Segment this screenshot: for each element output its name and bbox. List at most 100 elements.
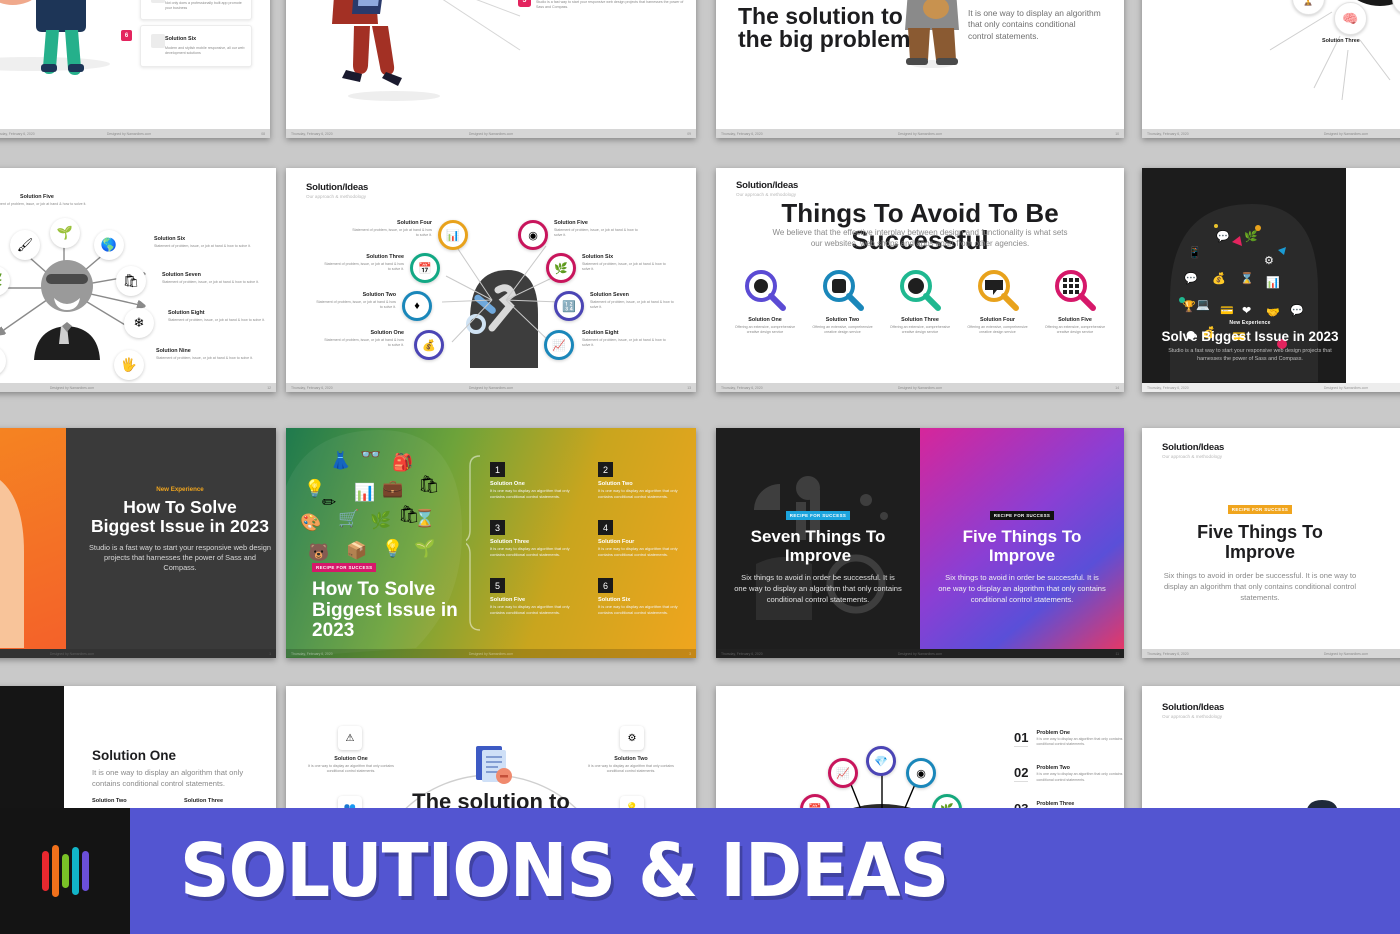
item-desc: It is one way to display an algorithm th… [598,546,678,557]
icon-bubble[interactable]: 🖐 [114,350,144,380]
footer-credit: Designed by Namanibes.com [468,385,514,390]
discount-search-icon [822,270,864,311]
item-desc: It is one way to display an algorithm th… [490,488,570,499]
footer-page: 12 [267,385,271,390]
svg-text:💳: 💳 [1220,304,1234,317]
solution-item[interactable]: 1 Solution One It is one way to display … [490,462,582,500]
footer-date: Thursday, February 6, 2020 [291,385,333,390]
svg-text:❤: ❤ [1242,304,1251,317]
slide-heading: Solution/Ideas [1162,442,1225,453]
solution-card[interactable]: Solution Four Not only does a profession… [140,0,252,20]
recipe-badge: RECIPE FOR SUCCESS [785,511,851,520]
slide-thumbnail[interactable]: 📱 💬 🌿 💬 💰 ⚙ ⌛ 📊 🏆 💻 💳 ❤ 🤝 💬 💰 💳 ● New Experience So… [1142,168,1400,392]
item-title: Solution Nine [156,348,191,354]
slide-thumbnail[interactable]: Solution/Ideas Our approach & methodolog… [1142,428,1400,658]
icon-bubble[interactable]: ❄ [124,308,154,338]
slide-heading: Solution/Ideas [736,180,799,191]
solution-item[interactable]: 5 Solution Five It is one way to display… [490,578,582,616]
node-icon-ring[interactable]: ♦ [402,291,432,321]
node-icon-ring[interactable]: ◉ [518,220,548,250]
shutter-search-icon [900,270,941,311]
slide-thumbnail[interactable]: 💬 New Experience How To Solve Biggest Is… [0,428,276,658]
node-icon-ring[interactable]: 💰 [414,330,444,360]
presentation-icon: 📈 [836,767,850,780]
node-icon-ring[interactable]: ⚙ [620,726,644,750]
problem-item[interactable]: 02 Problem Two It is one way to display … [1014,765,1124,783]
avoid-item[interactable]: Solution Three Offering an extensive, co… [885,268,955,335]
slide-title-line3: 2023 [312,620,355,642]
solution-item[interactable]: 6 Solution Six It is one way to display … [598,578,690,616]
slide-thumbnail[interactable]: RECIPE FOR SUCCESS Seven Things To Impro… [716,428,1124,658]
slide-footer: Thursday, February 6, 2020 Designed by N… [1142,129,1400,138]
problem-item[interactable]: 01 Problem One It is one way to display … [1014,730,1124,747]
item-desc: Statement of problem, issue, or job at h… [0,202,87,206]
icon-bubble[interactable]: 🌱 [50,218,80,248]
item-title: Solution Five [20,194,54,200]
solution-item[interactable]: 3 Solution Three It is one way to displa… [490,520,582,558]
slide-thumbnail[interactable]: 👤 ◉ Statement of problem, issue, or job … [716,0,1124,138]
node-icon-ring[interactable]: 🔢 [554,291,584,321]
svg-text:📊: 📊 [1266,276,1280,289]
slide-subheading: Our approach & methodology [1162,454,1223,459]
avoid-item[interactable]: Solution Five Offering an extensive, com… [1040,268,1110,335]
footer-date: Thursday, February 6, 2020 [1147,385,1189,390]
footer-credit: Designed by Namanibes.com [897,131,943,136]
slide-body: Studio is a fast way to start your respo… [89,542,271,573]
slide-thumbnail[interactable]: 2 Solution Two Studio is a fast way to s… [286,0,696,138]
item-title: Solution Four [396,220,432,226]
avoid-item[interactable]: Solution Two Offering an extensive, comp… [808,268,878,335]
slide-body: Six things to avoid in order be successf… [938,573,1106,605]
svg-text:⌛: ⌛ [1240,272,1254,285]
node-icon-ring[interactable]: 🧠 [1334,2,1367,35]
grid-search-icon [1055,270,1096,311]
slide-thumbnail[interactable]: Not only does a professionally built app… [0,0,270,138]
footer-credit: Designed by Namanibes.com [897,651,943,656]
node-icon-ring[interactable]: 💎 [866,746,896,776]
item-desc: Statement of problem, issue, or job at h… [582,338,666,348]
avoid-item[interactable]: Solution One Offering an extensive, comp… [730,268,800,335]
node-icon-ring[interactable]: 📈 [828,758,858,788]
item-desc: It is one way to display an algorithm th… [490,546,570,557]
item-title: Solution Three [490,539,530,545]
node-icon-ring[interactable]: ◉ [906,758,936,788]
item-title: Solution Six [582,254,614,260]
brand-logo[interactable] [0,808,130,934]
node-icon-ring[interactable]: 📈 [544,330,574,360]
slide-thumbnail[interactable]: Solution One 🎖 Solution Two 🏆 Solution T… [1142,0,1400,138]
problem-number: 02 [1014,765,1029,783]
item-desc: It is one way to display an algorithm th… [598,488,678,499]
solution-item[interactable]: 4 Solution Four It is one way to display… [598,520,690,558]
paint-roller-icon: 🖌 [16,237,34,252]
slide-body: It is one way to display an algorithm th… [968,8,1101,41]
item-desc: It is one way to display an algorithm th… [588,764,674,774]
slide-thumbnail[interactable]: Solution/Ideas Our approach & methodolog… [716,168,1124,392]
slide-thumbnail[interactable]: 🖌 🌱 🌎 🛍 ❄ 🖐 🌿 🧠 Solution Five Statement … [0,168,276,392]
slide-title-line1: How To Solve [123,497,237,517]
icon-bubble[interactable]: 🖌 [10,230,40,260]
icon-bubble[interactable]: 🛍 [116,266,146,296]
presentation-icon: 📈 [552,339,566,352]
slide-thumbnail-grid: Not only does a professionally built app… [0,0,1400,916]
svg-text:🤝: 🤝 [1266,306,1280,319]
item-desc: It is one way to display an algorithm th… [308,764,394,774]
slide-heading: Solution/Ideas [1162,702,1225,713]
problem-number: 01 [1014,730,1029,747]
node-icon-ring[interactable]: ⚠ [338,726,362,750]
solution-list-item[interactable]: 5 Solution Five Studio is a fast way to … [518,0,696,11]
item-desc: Statement of problem, issue, or job at h… [154,244,251,248]
node-icon-ring[interactable]: 📊 [438,220,468,250]
item-desc: Statement of problem, issue, or job at h… [316,300,396,310]
avoid-item[interactable]: Solution Four Offering an extensive, com… [963,268,1033,335]
slide-thumbnail[interactable]: Solution/Ideas Our approach & methodolog… [286,168,696,392]
icon-bubble[interactable]: 🌎 [94,230,124,260]
node-icon-ring[interactable]: 📅 [410,253,440,283]
slide-thumbnail[interactable]: 👗 👓 🎒 💡 💼 🛍 ✏ 📊 🛍 🎨 🛒 🌿 ⌛ 🐻 📦 💡 🌱 RECIPE FOR SUCCES… [286,428,696,658]
item-desc: Statement of problem, issue, or job at h… [324,338,404,348]
slide-title-line2: Biggest Issue in 2023 [91,516,269,537]
node-icon-ring[interactable]: 🌿 [546,253,576,283]
svg-text:📊: 📊 [354,482,375,503]
svg-text:🎒: 🎒 [392,452,413,473]
svg-text:🛍: 🛍 [418,475,440,495]
solution-card[interactable]: Solution Six Modern and stylish mobile r… [140,25,252,67]
solution-item[interactable]: 2 Solution Two It is one way to display … [598,462,690,500]
